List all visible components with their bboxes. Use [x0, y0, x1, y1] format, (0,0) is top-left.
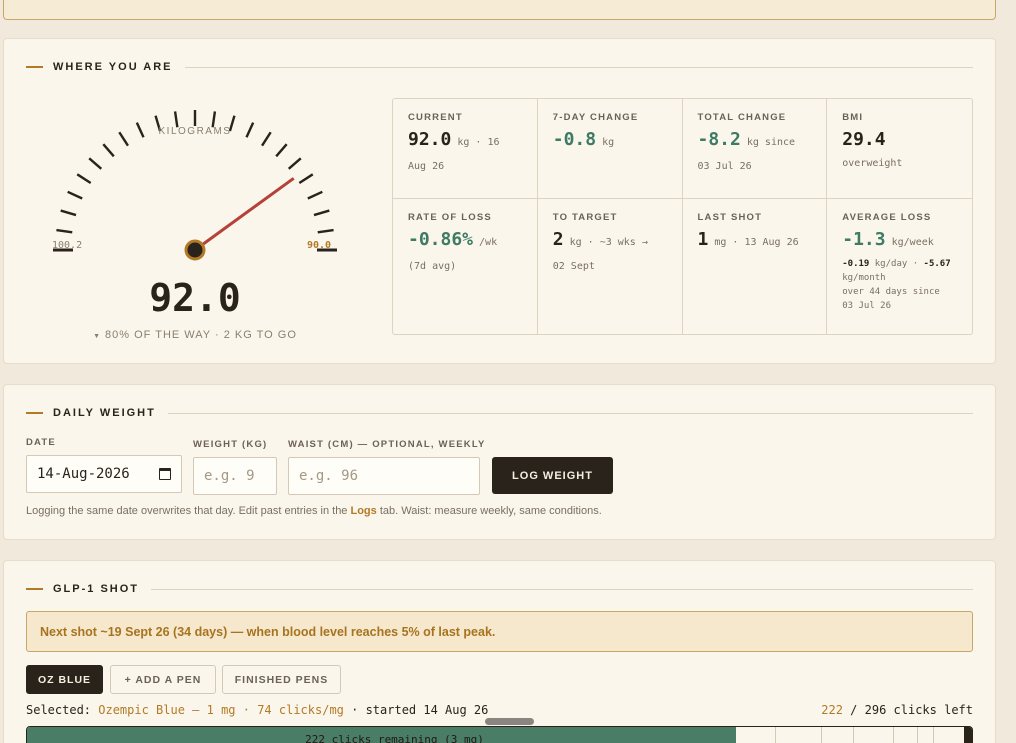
scroll-handle[interactable] — [485, 718, 534, 725]
stat-total-change: TOTAL CHANGE -8.2 kg since 03 Jul 26 — [682, 99, 828, 199]
gauge-current-value: 92.0 — [149, 276, 241, 320]
section-header: WHERE YOU ARE — [26, 60, 973, 74]
stat-unit: mg · 13 Aug 26 — [714, 237, 799, 248]
gauge-tick — [60, 209, 77, 217]
stat-sub: (7d avg) — [408, 261, 457, 272]
gauge-tick — [56, 228, 73, 234]
weight-gauge — [53, 110, 337, 261]
gauge-tick — [211, 111, 217, 128]
stat-value: 29.4 — [842, 129, 886, 150]
stat-to-target: TO TARGET 2 kg · ~3 wks → 02 Sept — [538, 199, 683, 334]
stat-label: BMI — [842, 112, 864, 123]
stat-value: -0.8 — [552, 129, 597, 150]
gauge-unit-label: KILOGRAMS — [158, 126, 232, 137]
stats-grid: CURRENT 92.0 kg · 16 Aug 26 7-DAY CHANGE … — [392, 98, 973, 335]
stat-unit: kg/week — [891, 237, 934, 248]
avg-per-day: -0.19 — [842, 259, 870, 269]
stat-rate-of-loss: RATE OF LOSS -0.86% /wk (7d avg) — [393, 199, 538, 334]
stat-value: -0.86% — [408, 229, 474, 250]
gauge-tick — [261, 131, 272, 147]
stat-label: 7-DAY CHANGE — [552, 112, 639, 123]
top-banner — [3, 0, 996, 20]
stat-value: 2 — [552, 229, 564, 250]
date-value: 14-Aug-2026 — [37, 466, 130, 482]
gauge-tick — [287, 157, 302, 170]
gauge-min-label: 100.2 — [52, 240, 83, 251]
stat-sub: overweight — [842, 158, 903, 169]
gauge-progress-text: 80% OF THE WAY · 2 KG TO GO — [105, 329, 297, 341]
stat-7-day-change: 7-DAY CHANGE -0.8 kg — [537, 99, 683, 199]
triangle-down-icon: ▼ — [93, 333, 102, 340]
stat-label: TOTAL CHANGE — [697, 112, 787, 123]
finished-pens-button[interactable]: FINISHED PENS — [222, 665, 341, 694]
stat-last-shot: LAST SHOT 1 mg · 13 Aug 26 — [683, 199, 828, 334]
stat-value: 92.0 — [408, 129, 452, 150]
pen-bar-text: 222 clicks remaining (3 mg) — [305, 733, 484, 743]
gauge-tick — [88, 157, 103, 170]
gauge-tick — [317, 228, 334, 234]
stat-current: CURRENT 92.0 kg · 16 Aug 26 — [393, 99, 538, 199]
gauge-tick — [102, 143, 115, 158]
logs-link[interactable]: Logs — [350, 505, 376, 517]
gauge-tick — [298, 173, 314, 184]
gauge-hub — [184, 239, 206, 261]
gauge-tick — [307, 190, 323, 200]
stat-average-loss: AVERAGE LOSS -1.3 kg/week -0.19 kg/day · … — [827, 199, 972, 334]
pen-tab-oz-blue[interactable]: OZ BLUE — [26, 665, 103, 694]
next-shot-alert: Next shot ~19 Sept 26 (34 days) — when b… — [26, 611, 973, 652]
gauge-tick — [313, 209, 330, 217]
help-text: Logging the same date overwrites that da… — [26, 505, 602, 517]
gauge-tick — [76, 173, 92, 184]
calendar-icon[interactable] — [159, 468, 171, 480]
weight-input[interactable]: e.g. 9 — [193, 457, 277, 495]
add-pen-button[interactable]: + ADD A PEN — [110, 665, 216, 694]
stat-sub: 02 Sept — [552, 261, 595, 272]
section-title: WHERE YOU ARE — [53, 61, 173, 73]
weight-label: WEIGHT (KG) — [193, 439, 268, 450]
stat-sub: 03 Jul 26 — [697, 161, 752, 172]
section-title: GLP-1 SHOT — [53, 583, 140, 595]
gauge-needle — [194, 177, 295, 252]
date-input[interactable]: 14-Aug-2026 — [26, 455, 182, 493]
stat-unit: kg — [602, 137, 615, 148]
gauge-max-label: 90.0 — [307, 240, 332, 251]
section-header: DAILY WEIGHT — [26, 406, 973, 420]
avg-per-month: -5.67 — [923, 259, 951, 269]
stat-value: -8.2 — [697, 129, 741, 150]
stat-sub: Aug 26 — [408, 161, 445, 172]
stat-value: -1.3 — [842, 229, 886, 250]
stat-label: RATE OF LOSS — [408, 212, 492, 223]
stat-label: CURRENT — [408, 112, 463, 123]
section-title: DAILY WEIGHT — [53, 407, 156, 419]
stat-label: AVERAGE LOSS — [842, 212, 932, 223]
stat-label: TO TARGET — [552, 212, 618, 223]
stat-label: LAST SHOT — [697, 212, 763, 223]
stat-bmi: BMI 29.4 overweight — [827, 99, 972, 199]
section-header: GLP-1 SHOT — [26, 582, 973, 596]
gauge-tick — [275, 143, 288, 158]
stat-value: 1 — [697, 229, 709, 250]
gauge-tick — [118, 131, 129, 147]
gauge-tick — [173, 111, 179, 128]
stat-sub: -0.19 kg/day · -5.67 kg/month over 44 da… — [842, 259, 951, 311]
selected-pen-line: Selected: Ozempic Blue — 1 mg · 74 click… — [26, 703, 489, 717]
selected-pen: Ozempic Blue — 1 mg · 74 clicks/mg — [98, 703, 344, 717]
log-weight-button[interactable]: LOG WEIGHT — [492, 457, 613, 494]
date-label: DATE — [26, 437, 56, 448]
pen-progress-bar: 222 clicks remaining (3 mg) — [26, 726, 973, 743]
stat-unit: kg · 16 — [457, 137, 500, 148]
stat-unit: kg since — [746, 137, 796, 148]
gauge-progress: ▼ 80% OF THE WAY · 2 KG TO GO — [60, 329, 330, 341]
clicks-left: 222 / 296 clicks left — [821, 703, 973, 717]
stat-unit: kg · ~3 wks → — [569, 237, 648, 248]
clicks-remaining-value: 222 — [821, 703, 843, 717]
gauge-tick — [67, 190, 83, 200]
waist-input[interactable]: e.g. 96 — [288, 457, 480, 495]
stat-unit: /wk — [479, 237, 498, 248]
waist-label: WAIST (CM) — OPTIONAL, WEEKLY — [288, 439, 486, 450]
